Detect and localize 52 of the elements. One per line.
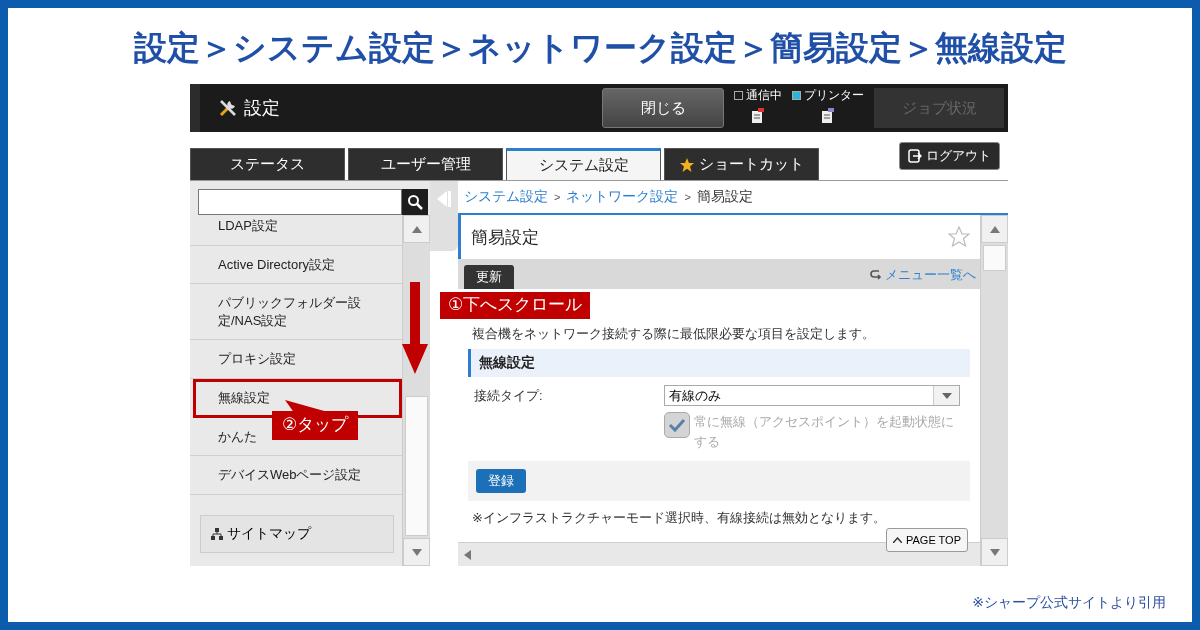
scrollbar-thumb[interactable] xyxy=(983,245,1006,272)
scroll-down-icon[interactable] xyxy=(411,548,422,556)
scroll-up-icon[interactable] xyxy=(989,225,1000,233)
page-title: 設定＞システム設定＞ネットワーク設定＞簡易設定＞無線設定 xyxy=(133,28,1067,68)
scrollbar[interactable] xyxy=(980,215,1008,567)
description-text: 複合機をネットワーク接続する際に最低限必要な項目を設定します。 xyxy=(472,325,876,344)
breadcrumb-separator: > xyxy=(554,191,561,204)
check-icon xyxy=(668,418,686,433)
search-field[interactable] xyxy=(198,189,402,216)
register-button[interactable]: 登録 xyxy=(476,469,526,494)
horizontal-scrollbar[interactable] xyxy=(458,542,980,567)
tab[interactable]: ユーザー管理 xyxy=(348,148,503,181)
source-note: ※シャープ公式サイトより引用 xyxy=(972,594,1166,612)
status-indicator: 通信中 xyxy=(734,87,782,105)
search-icon xyxy=(407,194,423,211)
page-top-button[interactable]: PAGE TOP xyxy=(885,528,968,553)
caret-up-icon xyxy=(892,537,902,544)
scroll-down-icon[interactable] xyxy=(989,548,1000,556)
exit-icon xyxy=(908,149,922,164)
connection-type-select[interactable]: 有線のみ xyxy=(664,385,960,407)
breadcrumb-link[interactable]: ネットワーク設定 xyxy=(566,188,679,207)
note-text: ※インフラストラクチャーモード選択時、有線接続は無効となります。 xyxy=(472,509,887,528)
panel-title: 簡易設定 xyxy=(471,226,539,249)
sitemap-icon xyxy=(211,527,223,540)
close-button[interactable]: 閉じる xyxy=(602,88,724,129)
search-button[interactable] xyxy=(402,189,428,216)
callout-label: ①下へスクロール xyxy=(440,292,591,319)
document-icon xyxy=(749,107,767,126)
refresh-button[interactable]: 更新 xyxy=(464,265,514,290)
tab[interactable]: システム設定 xyxy=(506,148,661,181)
breadcrumb-link[interactable]: システム設定 xyxy=(464,188,548,207)
return-icon xyxy=(870,269,882,282)
status-indicator: プリンター xyxy=(792,87,864,105)
star-icon xyxy=(679,156,695,173)
header-title: 設定 xyxy=(244,97,280,121)
document-icon xyxy=(819,107,837,126)
field-label: 接続タイプ: xyxy=(474,386,544,405)
favorite-star-icon[interactable] xyxy=(948,226,970,249)
breadcrumb-separator: > xyxy=(684,191,691,204)
tab[interactable]: ショートカット xyxy=(664,148,819,181)
scrollbar-thumb[interactable] xyxy=(405,396,428,537)
dropdown-icon xyxy=(941,392,952,399)
section-heading: 無線設定 xyxy=(468,349,970,378)
tab[interactable]: ステータス xyxy=(190,148,345,181)
checkbox-label: 常に無線（アクセスポイント）を起動状態にする xyxy=(694,413,955,451)
sitemap-button[interactable]: サイトマップ xyxy=(200,514,394,553)
breadcrumb-current: 簡易設定 xyxy=(696,188,753,207)
logout-button[interactable]: ログアウト xyxy=(899,142,1000,171)
collapse-icon xyxy=(437,191,451,208)
tools-icon xyxy=(218,98,238,119)
scroll-up-icon[interactable] xyxy=(411,225,422,233)
scrollbar[interactable] xyxy=(402,215,430,567)
